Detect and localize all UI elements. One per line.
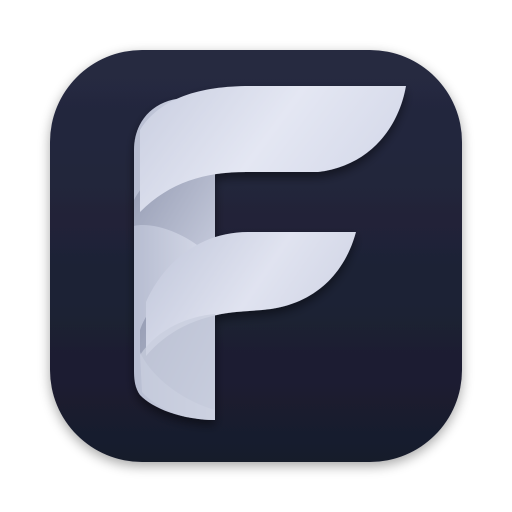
app-icon[interactable] [0, 0, 512, 512]
icon-canvas [0, 0, 512, 512]
